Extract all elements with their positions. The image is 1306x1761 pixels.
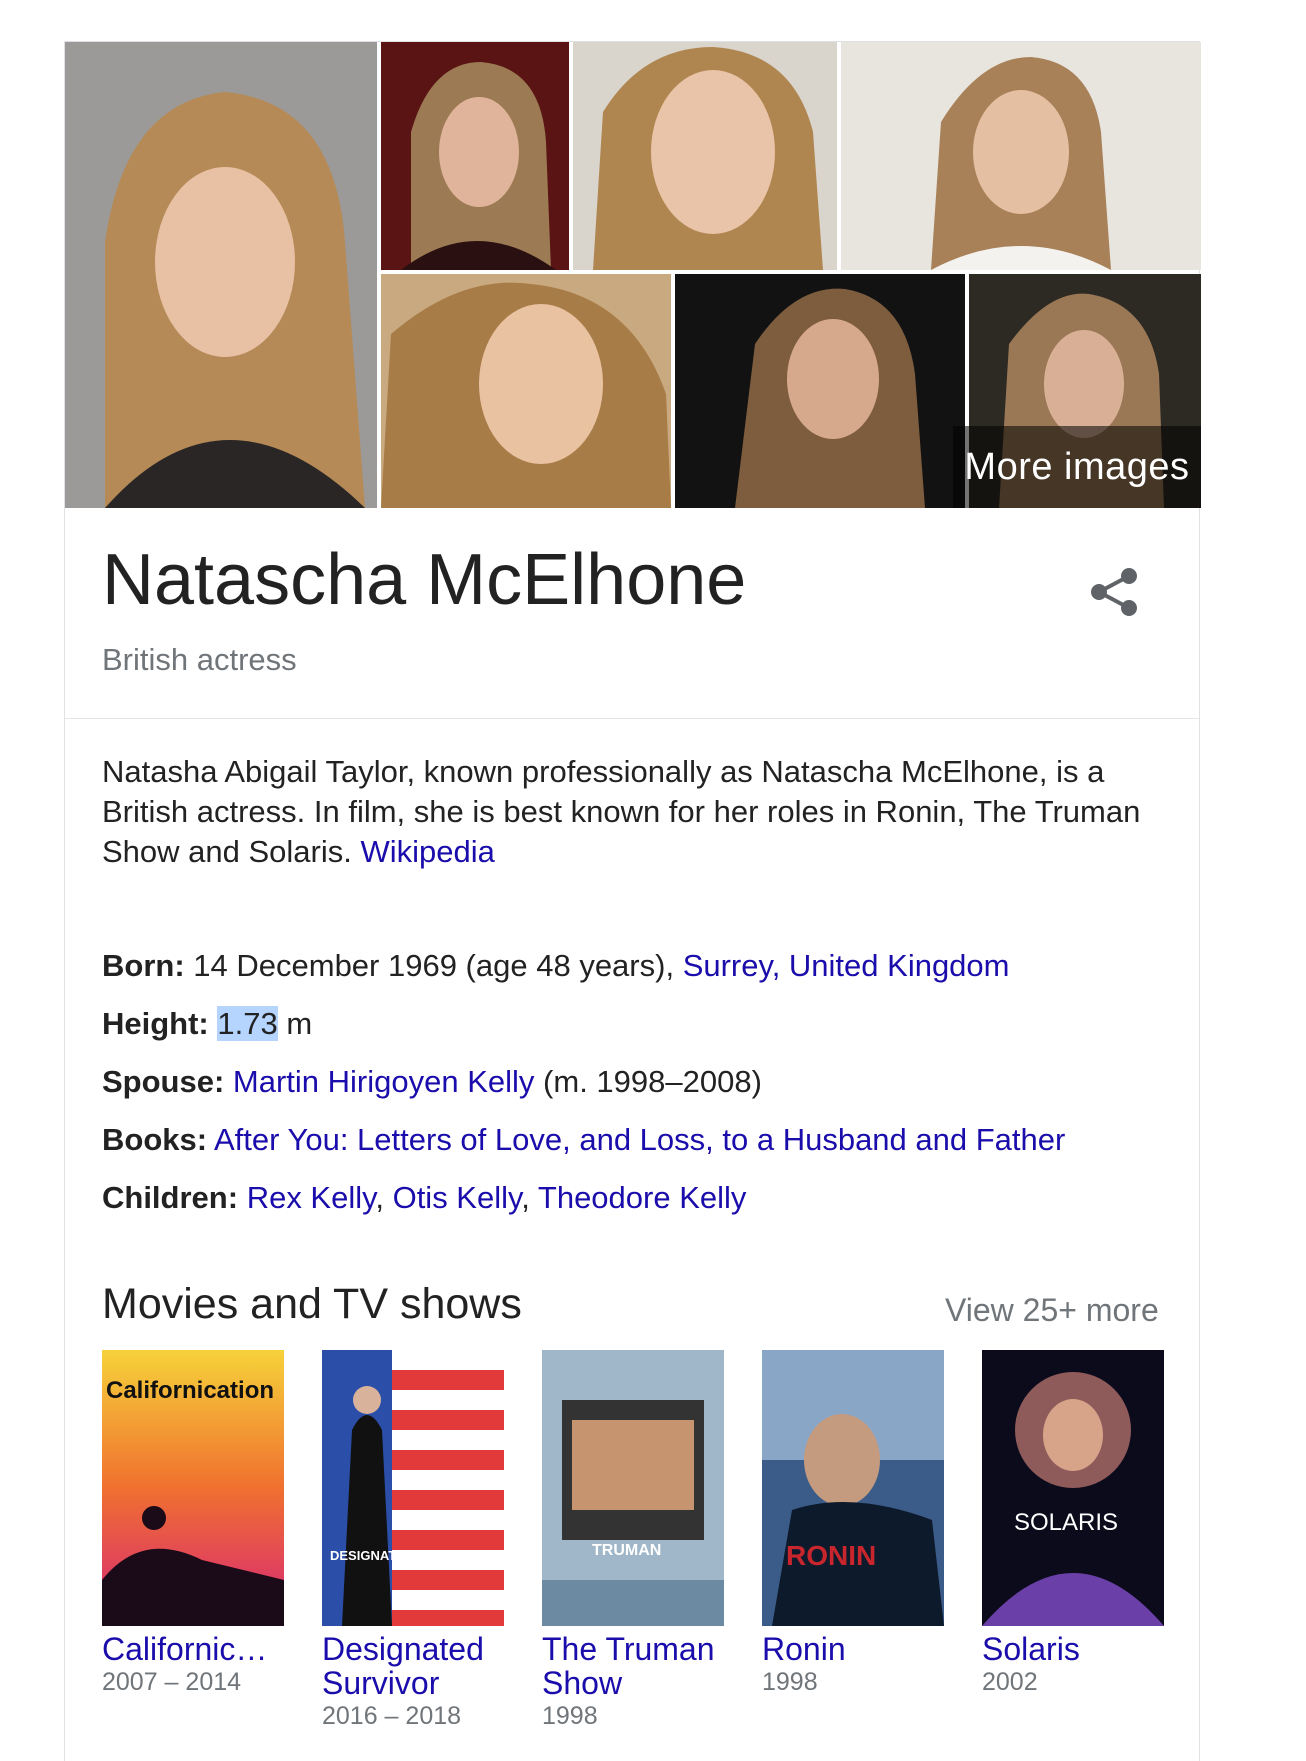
movie-poster[interactable]: SOLARIS [982, 1350, 1164, 1626]
movie-card[interactable]: SOLARIS Solaris 2002 [982, 1350, 1172, 1698]
fact-label: Children: [102, 1180, 239, 1215]
image-tile-6[interactable] [675, 274, 965, 508]
movie-years: 2016 – 2018 [322, 1702, 462, 1730]
fact-label: Books: [102, 1122, 208, 1157]
image-tile-5[interactable] [381, 274, 671, 508]
movie-card[interactable]: RONIN Ronin 1998 [762, 1350, 952, 1698]
image-tile-main[interactable] [65, 42, 377, 508]
image-tile-4[interactable] [841, 42, 1201, 270]
movie-years: 1998 [762, 1668, 818, 1696]
height-unit: m [286, 1006, 313, 1041]
spouse-years: (m. 1998–2008) [543, 1064, 762, 1099]
poster-text: TRUMAN [592, 1542, 661, 1559]
fact-height: Height: 1.73 m [102, 1004, 1182, 1062]
share-icon[interactable] [1085, 562, 1145, 622]
entity-title: Natascha McElhone [102, 540, 747, 620]
fact-children: Children: Rex Kelly, Otis Kelly, Theodor… [102, 1180, 747, 1215]
fact-value: 14 December 1969 (age 48 years), [193, 948, 675, 983]
movie-poster[interactable]: DESIGNATED SURVIVOR [322, 1350, 504, 1626]
born-place-link[interactable]: Surrey, United Kingdom [683, 948, 1010, 983]
fact-books: Books: After You: Letters of Love, and L… [102, 1120, 1182, 1178]
movie-poster[interactable]: TRUMAN [542, 1350, 724, 1626]
movie-years: 2007 – 2014 [102, 1668, 242, 1696]
poster-text: DESIGNATED SURVIVOR [330, 1548, 486, 1563]
movie-poster[interactable]: RONIN [762, 1350, 944, 1626]
child-link[interactable]: Rex Kelly [247, 1180, 376, 1215]
description: Natasha Abigail Taylor, known profession… [102, 752, 1162, 872]
entity-subtitle: British actress [102, 642, 297, 677]
height-value: 1.73 [217, 1006, 278, 1041]
movie-title[interactable]: Ronin [762, 1632, 952, 1666]
poster-text: Californication [106, 1377, 274, 1404]
child-link[interactable]: Otis Kelly [393, 1180, 522, 1215]
poster-text: SOLARIS [1014, 1509, 1118, 1536]
movie-card[interactable]: TRUMAN The Truman Show 1998 [542, 1350, 732, 1732]
divider [65, 718, 1199, 719]
image-tile-2[interactable] [381, 42, 569, 270]
child-link[interactable]: Theodore Kelly [538, 1180, 747, 1215]
movie-card[interactable]: DESIGNATED SURVIVOR Designated Survivor … [322, 1350, 512, 1732]
facts-list: Born: 14 December 1969 (age 48 years), S… [102, 946, 1182, 1236]
movie-title[interactable]: Designated Survivor [322, 1632, 512, 1700]
image-tile-3[interactable] [573, 42, 837, 270]
fact-label: Height: [102, 1006, 209, 1041]
fact-label: Born: [102, 948, 185, 983]
wikipedia-link[interactable]: Wikipedia [361, 834, 495, 869]
fact-label: Spouse: [102, 1064, 225, 1099]
fact-spouse: Spouse: Martin Hirigoyen Kelly (m. 1998–… [102, 1062, 1182, 1120]
movies-section-title: Movies and TV shows [102, 1280, 522, 1328]
spouse-link[interactable]: Martin Hirigoyen Kelly [233, 1064, 535, 1099]
description-text: Natasha Abigail Taylor, known profession… [102, 754, 1141, 869]
book-link[interactable]: After You: Letters of Love, and Loss, to… [214, 1122, 1065, 1157]
movie-years: 2002 [982, 1668, 1038, 1696]
movie-years: 1998 [542, 1702, 598, 1730]
poster-text: RONIN [786, 1540, 876, 1571]
movie-poster[interactable]: Californication [102, 1350, 284, 1626]
movie-title[interactable]: Solaris [982, 1632, 1172, 1666]
movie-card[interactable]: Californication Californic… 2007 – 2014 [102, 1350, 292, 1698]
fact-born: Born: 14 December 1969 (age 48 years), S… [102, 946, 1182, 1004]
more-images-button[interactable]: More images [953, 426, 1201, 508]
movie-title[interactable]: The Truman Show [542, 1632, 732, 1700]
movie-title[interactable]: Californic… [102, 1632, 292, 1666]
view-more-link[interactable]: View 25+ more [945, 1292, 1159, 1329]
knowledge-panel: More images Natascha McElhone British ac… [64, 41, 1201, 1761]
